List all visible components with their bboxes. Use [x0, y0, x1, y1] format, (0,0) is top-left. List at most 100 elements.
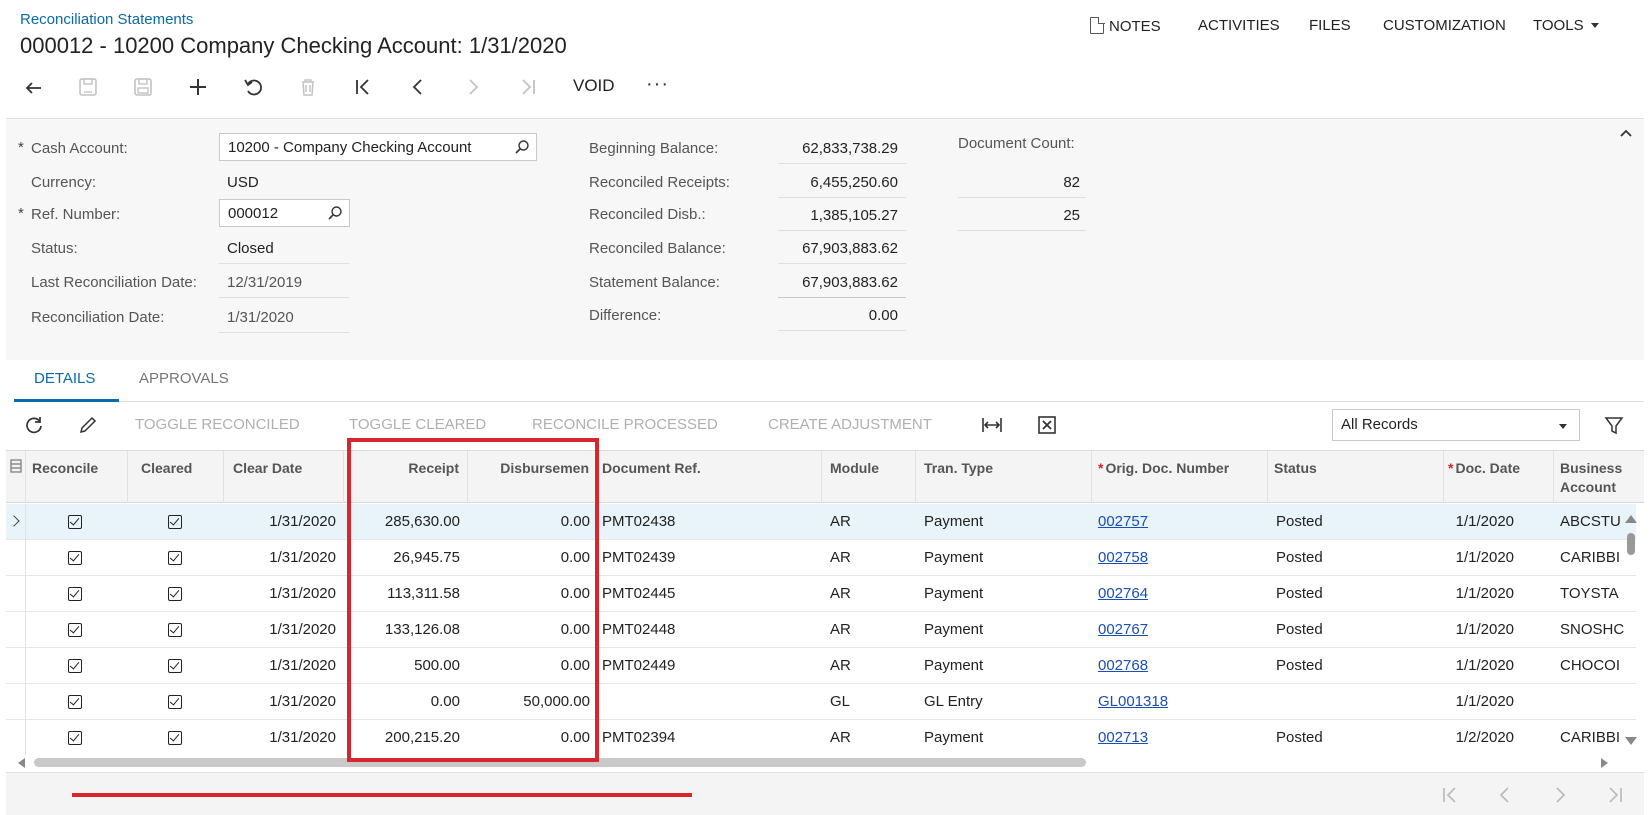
pencil-icon[interactable] [77, 414, 99, 436]
cell-module: AR [830, 621, 851, 638]
breadcrumb[interactable]: Reconciliation Statements [20, 11, 193, 28]
toggle-cleared-button[interactable]: TOGGLE CLEARED [349, 416, 486, 433]
tools-button[interactable]: TOOLS [1533, 17, 1599, 34]
divider [778, 163, 906, 164]
col-clear-date[interactable]: Clear Date [224, 451, 344, 503]
cell-orig-doc-number[interactable]: 002758 [1098, 540, 1258, 576]
row-selector[interactable] [6, 612, 26, 648]
cell-tran-type: Payment [924, 621, 984, 638]
undo-button[interactable] [233, 67, 273, 107]
col-cleared[interactable]: Cleared [128, 451, 224, 503]
col-doc-date[interactable]: * Doc. Date [1444, 451, 1554, 503]
collapse-icon[interactable] [1618, 125, 1634, 141]
scroll-left-icon[interactable] [18, 758, 25, 768]
undo-icon [244, 79, 262, 96]
export-excel-icon[interactable] [1036, 414, 1058, 436]
activities-button[interactable]: ACTIVITIES [1198, 17, 1280, 34]
cleared-checkbox[interactable] [168, 695, 182, 709]
reconcile-checkbox[interactable] [68, 695, 82, 709]
beginning-balance-value: 62,833,738.29 [802, 140, 898, 157]
cell-orig-doc-number[interactable]: 002713 [1098, 720, 1258, 755]
table-row[interactable]: 1/31/2020 500.00 0.00 PMT02449 AR Payment 0027… [6, 648, 1636, 684]
toggle-reconciled-button[interactable]: TOGGLE RECONCILED [135, 416, 300, 433]
row-selector[interactable] [6, 684, 26, 720]
records-filter-select[interactable]: All Records [1332, 409, 1580, 441]
tab-details[interactable]: DETAILS [34, 370, 95, 387]
fit-columns-icon[interactable] [981, 414, 1003, 436]
table-row[interactable]: 1/31/2020 113,311.58 0.00 PMT02445 AR Payment… [6, 576, 1636, 612]
previous-page-icon[interactable] [1493, 783, 1517, 807]
reconcile-checkbox[interactable] [68, 659, 82, 673]
cell-tran-type: Payment [924, 549, 984, 566]
cleared-checkbox[interactable] [168, 587, 182, 601]
col-orig-doc-number[interactable]: * Orig. Doc. Number [1092, 451, 1268, 503]
cell-orig-doc-number[interactable]: 002767 [1098, 612, 1258, 648]
cleared-checkbox[interactable] [168, 659, 182, 673]
add-button[interactable] [178, 67, 218, 107]
customization-button[interactable]: CUSTOMIZATION [1383, 17, 1506, 34]
table-row[interactable]: 1/31/2020 285,630.00 0.00 PMT02438 AR Payment… [6, 504, 1636, 540]
col-tran-type[interactable]: Tran. Type [916, 451, 1092, 503]
tab-approvals[interactable]: APPROVALS [139, 370, 229, 387]
save-button[interactable] [123, 67, 163, 107]
next-record-button[interactable] [453, 67, 493, 107]
scroll-right-icon[interactable] [1601, 758, 1608, 768]
delete-button[interactable] [288, 67, 328, 107]
col-status[interactable]: Status [1268, 451, 1444, 503]
table-row[interactable]: 1/31/2020 200,215.20 0.00 PMT02394 AR Payment… [6, 720, 1636, 755]
col-module[interactable]: Module [822, 451, 916, 503]
row-selector[interactable] [6, 648, 26, 684]
next-page-icon[interactable] [1548, 783, 1572, 807]
vertical-scrollbar[interactable] [1627, 533, 1635, 555]
cell-orig-doc-number[interactable]: GL001318 [1098, 684, 1258, 720]
ref-number-field[interactable]: 000012 [219, 199, 350, 227]
back-button[interactable] [14, 67, 54, 107]
search-icon[interactable] [327, 205, 343, 221]
col-business-account[interactable]: Business Account [1554, 451, 1644, 503]
filter-icon[interactable] [1603, 414, 1625, 436]
row-selector[interactable] [6, 540, 26, 576]
beginning-balance-label: Beginning Balance: [589, 140, 719, 157]
cell-orig-doc-number[interactable]: 002757 [1098, 504, 1258, 540]
cleared-checkbox[interactable] [168, 623, 182, 637]
details-grid: Reconcile Cleared Clear Date Receipt Dis… [6, 450, 1644, 755]
reconcile-checkbox[interactable] [68, 551, 82, 565]
create-adjustment-button[interactable]: CREATE ADJUSTMENT [768, 416, 932, 433]
col-document-ref[interactable]: Document Ref. [598, 451, 822, 503]
cleared-checkbox[interactable] [168, 731, 182, 745]
table-row[interactable]: 1/31/2020 26,945.75 0.00 PMT02439 AR Payment 0… [6, 540, 1636, 576]
previous-record-button[interactable] [398, 67, 438, 107]
column-settings-icon[interactable] [6, 451, 26, 503]
scroll-up-icon[interactable] [1625, 515, 1637, 523]
reconcile-checkbox[interactable] [68, 731, 82, 745]
ref-number-value: 000012 [228, 205, 279, 222]
reconcile-checkbox[interactable] [68, 587, 82, 601]
files-button[interactable]: FILES [1309, 17, 1351, 34]
reconcile-checkbox[interactable] [68, 623, 82, 637]
chevron-down-icon [1559, 424, 1567, 429]
void-button[interactable]: VOID [573, 76, 615, 96]
more-actions-button[interactable]: ··· [646, 73, 669, 96]
last-record-button[interactable] [508, 67, 548, 107]
table-row[interactable]: 1/31/2020 133,126.08 0.00 PMT02448 AR Payment… [6, 612, 1636, 648]
scroll-down-icon[interactable] [1625, 737, 1637, 745]
save-close-button[interactable] [68, 67, 108, 107]
notes-button[interactable]: NOTES [1090, 16, 1161, 35]
reconcile-checkbox[interactable] [68, 515, 82, 529]
row-selector[interactable] [6, 576, 26, 612]
first-page-icon[interactable] [1438, 783, 1462, 807]
cash-account-field[interactable]: 10200 - Company Checking Account [219, 133, 537, 161]
table-row[interactable]: 1/31/2020 0.00 50,000.00 GL GL Entry GL001318… [6, 684, 1636, 720]
reconcile-processed-button[interactable]: RECONCILE PROCESSED [532, 416, 718, 433]
first-record-button[interactable] [343, 67, 383, 107]
cleared-checkbox[interactable] [168, 551, 182, 565]
row-selector[interactable] [6, 720, 26, 755]
search-icon[interactable] [514, 139, 530, 155]
current-row-chevron-icon[interactable] [6, 504, 26, 540]
cell-orig-doc-number[interactable]: 002764 [1098, 576, 1258, 612]
last-page-icon[interactable] [1603, 783, 1627, 807]
col-reconcile[interactable]: Reconcile [26, 451, 128, 503]
refresh-icon[interactable] [23, 414, 45, 436]
cell-orig-doc-number[interactable]: 002768 [1098, 648, 1258, 684]
cleared-checkbox[interactable] [168, 515, 182, 529]
